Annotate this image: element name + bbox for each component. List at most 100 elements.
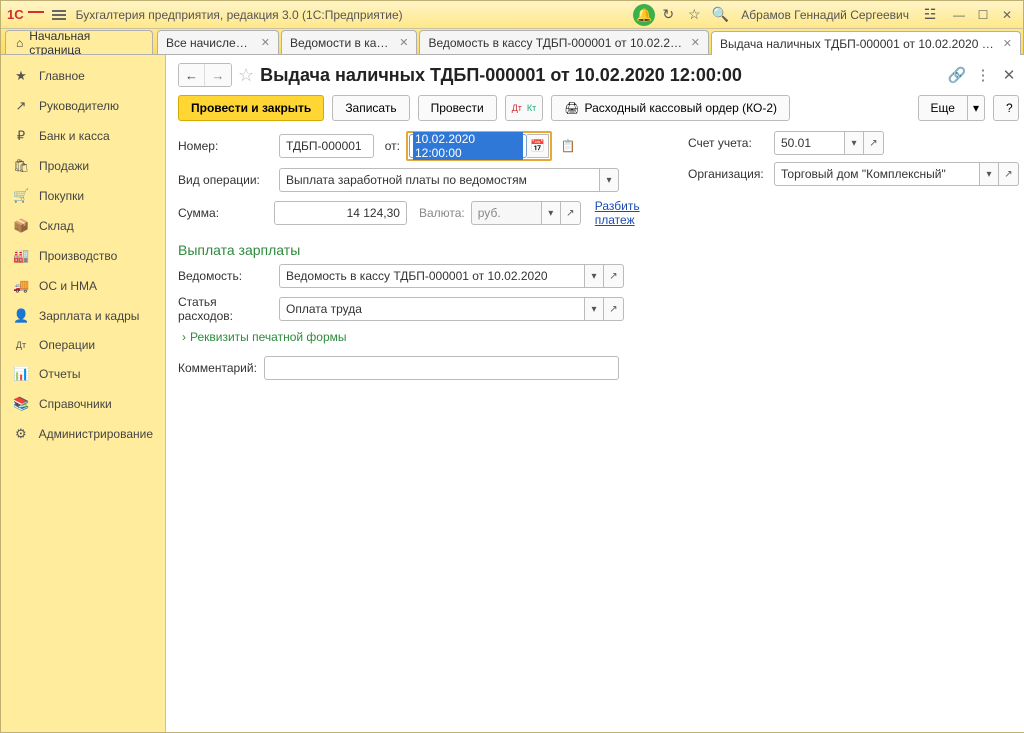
- star-icon: ★: [13, 68, 29, 84]
- close-icon[interactable]: ✕: [691, 36, 700, 49]
- sidebar-item-manager[interactable]: ↗Руководителю: [1, 91, 165, 121]
- help-button[interactable]: ?: [993, 95, 1019, 121]
- sidebar-item-bank[interactable]: ₽Банк и касса: [1, 121, 165, 151]
- close-doc-icon[interactable]: ✕: [999, 65, 1019, 85]
- label-optype: Вид операции:: [178, 173, 273, 187]
- sidebar-item-sales[interactable]: 🛍Продажи: [1, 151, 165, 181]
- sidebar-label: Отчеты: [39, 367, 80, 381]
- post-button[interactable]: Провести: [418, 95, 497, 121]
- chevron-down-icon[interactable]: ▾: [599, 168, 619, 192]
- menu-icon[interactable]: [52, 10, 66, 20]
- factory-icon: 🏭: [13, 248, 29, 264]
- home-icon: ⌂: [16, 36, 23, 50]
- books-icon: 📚: [13, 396, 29, 412]
- history-icon[interactable]: ↻: [657, 4, 679, 26]
- tab-1[interactable]: Ведомости в кассу ✕: [281, 30, 418, 54]
- bell-icon[interactable]: 🔔: [633, 4, 655, 26]
- close-window-button[interactable]: ✕: [997, 7, 1017, 23]
- link-icon[interactable]: 🔗: [947, 65, 967, 85]
- home-tab[interactable]: ⌂ Начальная страница: [5, 30, 153, 54]
- close-icon[interactable]: ✕: [261, 36, 270, 49]
- sidebar-item-salary[interactable]: 👤 Зарплата и кадры: [1, 301, 165, 331]
- titlebar: 1C Бухгалтерия предприятия, редакция 3.0…: [1, 1, 1023, 29]
- sidebar-item-warehouse[interactable]: 📦 Склад: [1, 211, 165, 241]
- maximize-button[interactable]: ☐: [973, 7, 993, 23]
- tab-3-active[interactable]: Выдача наличных ТДБП-000001 от 10.02.202…: [711, 31, 1021, 55]
- sidebar-item-purchases[interactable]: 🛒Покупки: [1, 181, 165, 211]
- split-payment-link[interactable]: Разбить платеж: [595, 199, 678, 227]
- label-number: Номер:: [178, 139, 273, 153]
- optype-combo[interactable]: Выплата заработной платы по ведомостям ▾: [279, 168, 619, 192]
- user-name[interactable]: Абрамов Геннадий Сергеевич: [741, 8, 909, 22]
- tab-2[interactable]: Ведомость в кассу ТДБП-000001 от 10.02.2…: [419, 30, 709, 54]
- open-icon[interactable]: ↗: [604, 264, 624, 288]
- home-label: Начальная страница: [29, 29, 142, 57]
- person-icon: 👤: [13, 308, 29, 324]
- dtkt-button[interactable]: ДтКт: [505, 95, 544, 121]
- sidebar-label: Банк и касса: [39, 129, 110, 143]
- chevron-down-icon[interactable]: ▾: [584, 264, 604, 288]
- forward-button[interactable]: →: [205, 64, 231, 86]
- account-combo[interactable]: 50.01 ▾ ↗: [774, 131, 884, 155]
- sidebar-label: Склад: [39, 219, 74, 233]
- back-button[interactable]: ←: [179, 64, 205, 86]
- minimize-button[interactable]: —: [949, 7, 969, 23]
- account-value: 50.01: [774, 131, 844, 155]
- more-icon[interactable]: ⋮: [973, 65, 993, 85]
- print-ko2-button[interactable]: 🖨Расходный кассовый ордер (КО-2): [551, 95, 790, 121]
- tab-0[interactable]: Все начисления ✕: [157, 30, 279, 54]
- sidebar-item-admin[interactable]: ⚙Администрирование: [1, 419, 165, 449]
- sidebar-label: Производство: [39, 249, 117, 263]
- sidebar-item-production[interactable]: 🏭 Производство: [1, 241, 165, 271]
- truck-icon: 🚚: [13, 278, 29, 294]
- close-icon[interactable]: ✕: [1003, 37, 1012, 50]
- tab-label: Выдача наличных ТДБП-000001 от 10.02.202…: [720, 37, 995, 51]
- currency-value: руб.: [471, 201, 541, 225]
- sum-field[interactable]: 14 124,30: [274, 201, 407, 225]
- sidebar-item-main[interactable]: ★Главное: [1, 61, 165, 91]
- chevron-down-icon[interactable]: ▾: [844, 131, 864, 155]
- sidebar-label: Операции: [39, 338, 95, 352]
- open-icon[interactable]: ↗: [604, 297, 624, 321]
- label-sum: Сумма:: [178, 206, 268, 220]
- post-and-close-button[interactable]: Провести и закрыть: [178, 95, 324, 121]
- save-button[interactable]: Записать: [332, 95, 409, 121]
- comment-field[interactable]: [264, 356, 619, 380]
- tab-label: Ведомость в кассу ТДБП-000001 от 10.02.2…: [428, 36, 682, 50]
- label-org: Организация:: [688, 167, 768, 181]
- more-button[interactable]: Еще: [918, 95, 968, 121]
- expand-print-details[interactable]: › Реквизиты печатной формы: [182, 330, 1019, 344]
- calendar-icon[interactable]: 📅: [527, 134, 549, 158]
- more-dropdown[interactable]: ▾: [968, 95, 985, 121]
- open-icon[interactable]: ↗: [561, 201, 581, 225]
- date-field[interactable]: 10.02.2020 12:00:00: [409, 134, 527, 158]
- main-panel: ← → ☆ Выдача наличных ТДБП-000001 от 10.…: [166, 55, 1024, 732]
- search-icon[interactable]: 🔍: [709, 4, 731, 26]
- chevron-down-icon[interactable]: ▾: [979, 162, 999, 186]
- star-icon[interactable]: ☆: [683, 4, 705, 26]
- close-icon[interactable]: ✕: [399, 36, 408, 49]
- stamp-icon[interactable]: 📋: [558, 139, 578, 153]
- expense-combo[interactable]: Оплата труда ▾ ↗: [279, 297, 624, 321]
- settings-lines-icon[interactable]: ☳: [919, 4, 941, 26]
- expense-value: Оплата труда: [279, 297, 584, 321]
- open-icon[interactable]: ↗: [999, 162, 1019, 186]
- sidebar-item-operations[interactable]: ДтОперации: [1, 331, 165, 359]
- cart-icon: 🛒: [13, 188, 29, 204]
- vedomost-combo[interactable]: Ведомость в кассу ТДБП-000001 от 10.02.2…: [279, 264, 624, 288]
- label-vedomost: Ведомость:: [178, 269, 273, 283]
- open-icon[interactable]: ↗: [864, 131, 884, 155]
- favorite-star-icon[interactable]: ☆: [238, 65, 254, 86]
- sidebar-item-catalogs[interactable]: 📚Справочники: [1, 389, 165, 419]
- label-comment: Комментарий:: [178, 361, 258, 375]
- sidebar-label: Зарплата и кадры: [39, 309, 139, 323]
- sidebar-item-assets[interactable]: 🚚ОС и НМА: [1, 271, 165, 301]
- sidebar-item-reports[interactable]: 📊Отчеты: [1, 359, 165, 389]
- chevron-down-icon[interactable]: ▾: [584, 297, 604, 321]
- chevron-down-icon[interactable]: ▾: [541, 201, 561, 225]
- sidebar: ★Главное ↗Руководителю ₽Банк и касса 🛍Пр…: [1, 55, 166, 732]
- number-field[interactable]: ТДБП-000001: [279, 134, 374, 158]
- sidebar-label: Руководителю: [39, 99, 119, 113]
- org-combo[interactable]: Торговый дом "Комплексный" ▾ ↗: [774, 162, 1019, 186]
- box-icon: 📦: [13, 218, 29, 234]
